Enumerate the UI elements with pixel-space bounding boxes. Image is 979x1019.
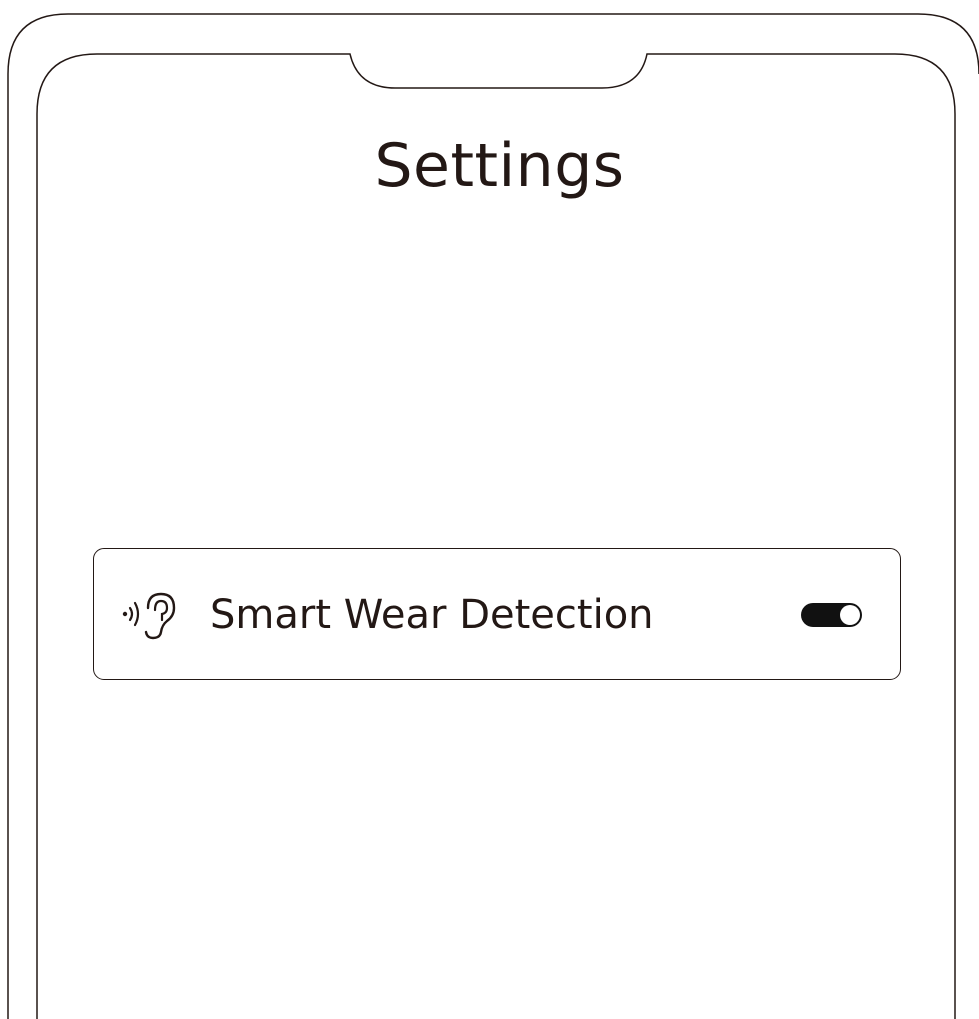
toggle-knob [840, 605, 860, 625]
smart-wear-detection-toggle[interactable] [801, 603, 862, 627]
smart-wear-detection-label: Smart Wear Detection [210, 592, 654, 638]
ear-wave-icon [122, 592, 176, 640]
page-title: Settings [374, 131, 625, 201]
